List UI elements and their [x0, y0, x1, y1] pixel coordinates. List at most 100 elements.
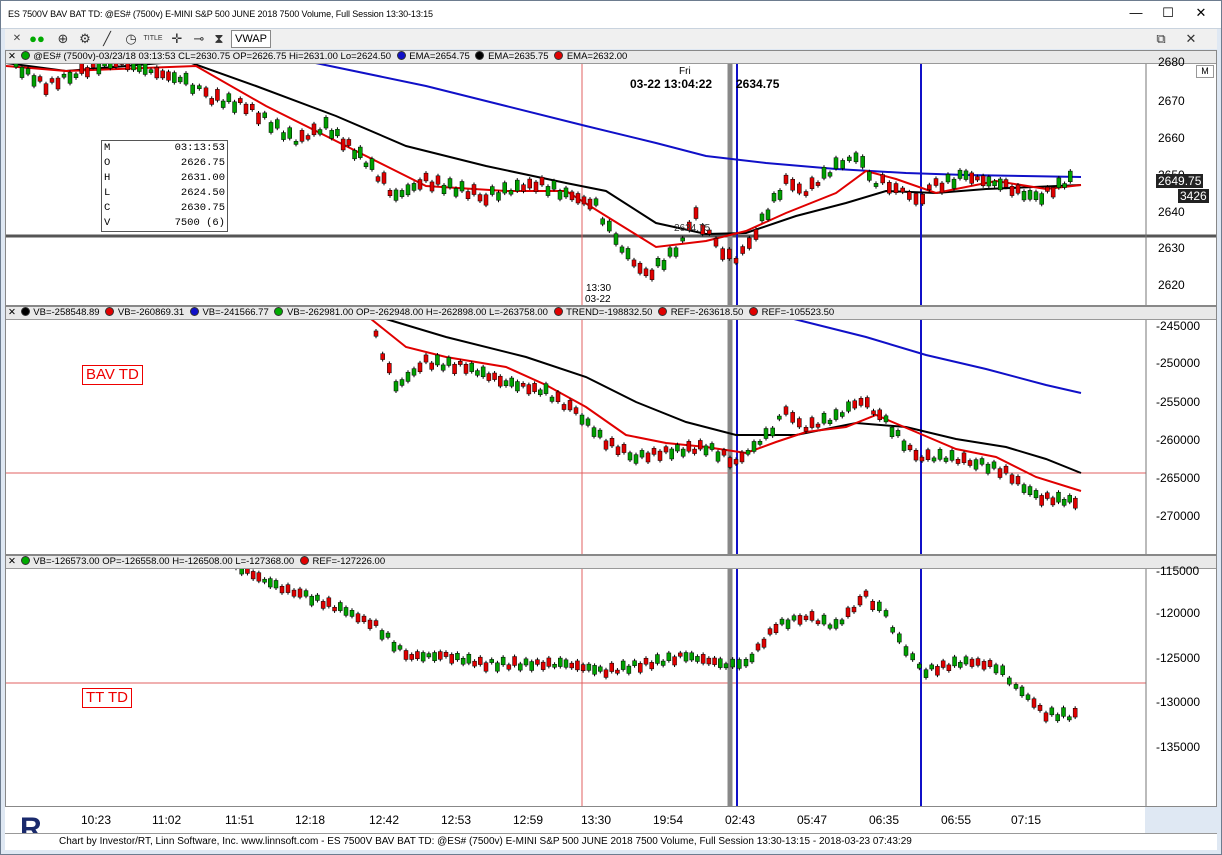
legend-vb-green: VB=-262981.00 OP=-262948.00 H=-262898.00…: [287, 307, 548, 318]
candle-body: [446, 357, 452, 366]
legend-close-icon[interactable]: ✕: [6, 307, 18, 319]
candle-body: [1072, 708, 1078, 718]
candle-body: [411, 368, 417, 376]
candle-body: [429, 181, 435, 192]
price-axis-label: 2660: [1158, 131, 1185, 145]
crosshair-icon[interactable]: ✛: [167, 30, 187, 48]
restore-icon[interactable]: ⧉: [1151, 30, 1171, 48]
price-pane[interactable]: ✕ @ES# (7500v)-03/23/18 03:13:53 CL=2630…: [5, 50, 1217, 306]
candle-body: [992, 180, 997, 187]
candle-body: [569, 662, 574, 669]
green-dots-icon[interactable]: ●●: [27, 30, 47, 48]
candle-body: [771, 193, 777, 202]
legend-close-icon[interactable]: ✕: [6, 556, 18, 568]
candle-body: [305, 135, 311, 140]
candle-body: [1067, 716, 1072, 721]
maximize-button[interactable]: ☐: [1153, 3, 1183, 23]
candle-body: [987, 660, 993, 667]
title-bar[interactable]: ES 7500V BAV BAT TD: @ES# (7500v) E-MINI…: [1, 1, 1221, 29]
candle-body: [997, 468, 1003, 478]
candle-body: [591, 427, 597, 437]
candle-body: [1009, 474, 1015, 484]
candle-body: [1056, 177, 1062, 188]
candle-body: [790, 179, 795, 191]
ohlc-key: C: [104, 202, 111, 214]
candle-body: [293, 141, 299, 145]
bav-axis-label: -270000: [1156, 509, 1201, 523]
title-icon[interactable]: TITLE: [143, 30, 163, 48]
candle-body: [743, 658, 749, 667]
legend-close-icon[interactable]: ✕: [6, 51, 18, 63]
candle-body: [939, 182, 945, 194]
tt-td-tag: TT TD: [82, 688, 132, 708]
scale-icon[interactable]: ⊸: [189, 30, 209, 48]
time-label: 06:55: [941, 813, 972, 827]
gear-icon[interactable]: ⚙: [75, 30, 95, 48]
candle-body: [417, 362, 423, 373]
ohlc-key: M: [104, 142, 111, 154]
candle-body: [403, 650, 409, 660]
candle-body: [749, 653, 755, 663]
candle-body: [727, 457, 733, 468]
ohlc-info-box: M 03:13:53 O 2626.75 H 2631.00 L 2624.50 C 2630.7…: [101, 140, 228, 232]
close-icon[interactable]: ✕: [7, 30, 27, 48]
candle-body: [381, 172, 387, 184]
candle-body: [43, 83, 49, 95]
candle-body: [773, 623, 779, 634]
candle-body: [870, 600, 875, 610]
candle-body: [890, 627, 895, 633]
ohlc-row: V 7500 (6): [104, 216, 227, 231]
candle-body: [803, 191, 809, 196]
bav-axis-label: -245000: [1156, 319, 1201, 333]
vwap-button[interactable]: VWAP: [231, 30, 271, 48]
candle-body: [1019, 686, 1025, 697]
candle-body: [619, 246, 625, 253]
candle-body: [483, 662, 489, 672]
candle-body: [625, 248, 631, 260]
tt-pane[interactable]: ✕ VB=-126573.00 OP=-126558.00 H=-126508.…: [5, 555, 1217, 807]
time-label: 06:35: [869, 813, 900, 827]
hourglass-icon[interactable]: ⧗: [209, 30, 229, 48]
candle-body: [243, 103, 249, 115]
candle-body: [958, 662, 963, 668]
close-button[interactable]: ✕: [1185, 3, 1217, 23]
candle-body: [1045, 186, 1050, 192]
candle-body: [154, 66, 160, 79]
candle-body: [598, 666, 603, 672]
candle-body: [957, 169, 963, 179]
draw-line-icon[interactable]: ╱: [97, 30, 117, 48]
candle-body: [686, 441, 692, 452]
candle-body: [1043, 712, 1049, 722]
candle-body: [833, 619, 839, 629]
candle-body: [900, 187, 905, 193]
candle-body: [626, 665, 632, 674]
ohlc-key: H: [104, 172, 111, 184]
candle-body: [903, 646, 909, 656]
ohlc-row: H 2631.00: [104, 171, 227, 186]
candle-body: [1068, 170, 1073, 182]
candle-body: [465, 191, 471, 199]
pane-menu-button[interactable]: M: [1196, 65, 1214, 78]
candle-body: [509, 377, 514, 387]
candle-body: [713, 238, 719, 247]
candle-body: [638, 663, 643, 673]
price-axis-label: 2630: [1158, 241, 1185, 255]
bav-axis-label: -265000: [1156, 471, 1201, 485]
tt-legend: ✕ VB=-126573.00 OP=-126558.00 H=-126508.…: [6, 556, 1216, 569]
candle-body: [526, 384, 532, 395]
candle-body: [607, 220, 612, 232]
candle-body: [498, 375, 503, 387]
bav-pane[interactable]: ✕ VB=-258548.89 VB=-260869.31 VB=-241566…: [5, 306, 1217, 555]
candle-body: [1015, 476, 1021, 485]
legend-vb-black: VB=-258548.89: [33, 307, 100, 318]
candle-body: [785, 619, 791, 629]
zoom-icon[interactable]: ⊕: [53, 30, 73, 48]
pane-close-icon[interactable]: ✕: [1181, 30, 1201, 48]
clock-icon[interactable]: ◷: [121, 30, 141, 48]
candle-body: [620, 660, 626, 670]
candle-body: [545, 186, 551, 196]
candle-body: [883, 610, 889, 617]
minimize-button[interactable]: —: [1121, 3, 1151, 23]
candle-body: [79, 63, 84, 74]
price-axis-label: 2670: [1158, 94, 1185, 108]
